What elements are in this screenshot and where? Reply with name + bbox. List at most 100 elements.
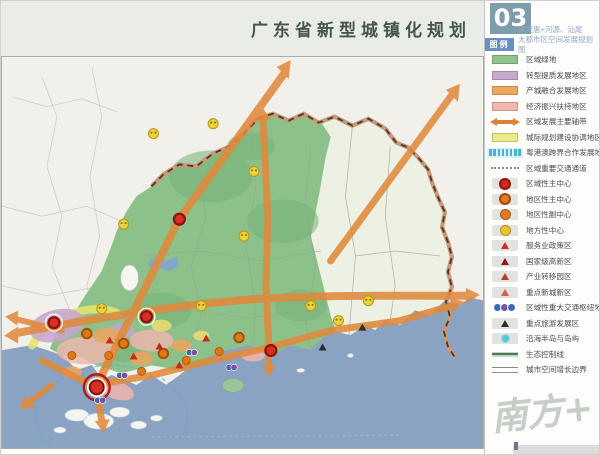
zone-chip: [492, 256, 518, 267]
map-area: [1, 56, 484, 449]
bottom-scrollbar: [513, 445, 600, 455]
legend-item-icon: [490, 167, 520, 169]
legend-item-icon: [490, 318, 520, 329]
legend-item: 区域绿地: [490, 52, 600, 68]
legend-item-icon: [490, 303, 520, 312]
coast-dot-icon: [501, 334, 510, 343]
city-urban-blob: [121, 265, 139, 291]
zone-chip: [492, 271, 518, 282]
legend-item-icon: [490, 256, 520, 267]
legend-item-label: 地区性副中心: [526, 209, 572, 220]
legend-item: 重点旅游发展区: [490, 316, 600, 332]
legend-item-icon: [490, 117, 520, 127]
cross-border-dashes-icon: [487, 148, 522, 158]
legend-item: 地区性主中心: [490, 192, 600, 208]
zone-chip: [492, 287, 518, 298]
legend-swatch: [492, 86, 518, 95]
legend-item-icon: [490, 271, 520, 282]
legend-item: 区域性主中心: [490, 176, 600, 192]
center-chip: [492, 178, 518, 189]
legend-item: 区域发展主要轴带: [490, 114, 600, 130]
legend-item-label: 区域性主中心: [526, 178, 572, 189]
legend-item-label: 地区性主中心: [526, 194, 572, 205]
circle-center-icon: [500, 209, 511, 220]
legend-item: 城际规划建设协调地区: [490, 130, 600, 146]
legend-item-label: 区域绿地: [526, 54, 556, 65]
legend-item-label: 地方性中心: [526, 225, 564, 236]
center-chip: [492, 225, 518, 236]
legend-item-icon: [490, 333, 520, 344]
legend-item: 服务业政策区: [490, 238, 600, 254]
legend-item-icon: [490, 71, 520, 80]
circle-center-icon: [500, 225, 511, 236]
legend-item: 城市空间增长边界: [490, 362, 600, 378]
legend-item-icon: [490, 102, 520, 111]
zone-chip: [492, 240, 518, 251]
center-chip: [492, 209, 518, 220]
legend-item-icon: [490, 148, 520, 158]
legend-item-icon: [490, 367, 520, 373]
legend-item-label: 产业转移园区: [526, 271, 572, 282]
legend-item-label: 沿海半岛与岛屿: [526, 333, 579, 344]
zone-triangle-icon: [501, 242, 509, 249]
legend-item-label: 国家级高新区: [526, 256, 572, 267]
legend-item: 国家级高新区: [490, 254, 600, 270]
guangdong-map: [2, 57, 483, 448]
regional-primary-center-marker: [84, 374, 110, 400]
legend-item: 经济振兴扶持地区: [490, 99, 600, 115]
legend-item-label: 区域性重大交通枢纽地区: [526, 302, 600, 313]
donut-center-icon: [499, 193, 511, 205]
planning-map-page: 广东省新型城镇化规划: [0, 0, 600, 455]
axis-arrow-icon: [490, 117, 520, 127]
growth-boundary-icon: [492, 367, 518, 373]
zone-triangle-icon: [501, 258, 509, 265]
legend-item-label: 生态控制线: [526, 349, 564, 360]
legend-item: 区域重要交通通道: [490, 161, 600, 177]
legend-item-label: 重点旅游发展区: [526, 318, 579, 329]
legend-item-icon: [490, 133, 520, 142]
page-title: 广东省新型城镇化规划: [251, 16, 471, 41]
legend-item-label: 服务业政策区: [526, 240, 572, 251]
legend-item-icon: [490, 194, 520, 205]
legend-swatch: [492, 133, 518, 142]
legend-item-label: 区域发展主要轴带: [526, 116, 587, 127]
green-island: [222, 378, 244, 392]
transport-corridor-icon: [491, 167, 519, 169]
legend-title-tag: 图例: [485, 38, 514, 51]
legend-item: 生态控制线: [490, 347, 600, 363]
subtitle-line1: 深莞惠+河源、汕尾: [518, 25, 600, 35]
legend-item-label: 粤港澳跨界合作发展地区: [526, 147, 600, 158]
legend-list: 区域绿地 转型提质发展地区 产城融合发展地区 经济振兴扶持地区 区域发展主要轴带…: [490, 52, 600, 378]
zone-triangle-icon: [501, 289, 509, 296]
donut-center-icon: [499, 178, 511, 190]
legend-item: 粤港澳跨界合作发展地区: [490, 145, 600, 161]
legend-item-label: 产城融合发展地区: [526, 85, 587, 96]
legend-item-label: 转型提质发展地区: [526, 70, 587, 81]
legend-item-icon: [490, 178, 520, 189]
legend-item-icon: [490, 209, 520, 220]
legend-item: 产业转移园区: [490, 269, 600, 285]
legend-item-icon: [490, 86, 520, 95]
legend-item-label: 城市空间增长边界: [526, 364, 587, 375]
map-subtitle: 深莞惠+河源、汕尾 大都市区空间发展规划图: [518, 25, 600, 55]
legend-item-icon: [490, 55, 520, 64]
legend-item-label: 区域重要交通通道: [526, 163, 587, 174]
eco-control-line-icon: [492, 352, 518, 357]
legend-swatch: [492, 71, 518, 80]
coast-chip: [492, 333, 518, 344]
legend-item-label: 经济振兴扶持地区: [526, 101, 587, 112]
zone-triangle-icon: [501, 320, 509, 327]
legend-item: 重点新城新区: [490, 285, 600, 301]
bottom-mark: [514, 442, 518, 450]
legend-item-label: 重点新城新区: [526, 287, 572, 298]
legend-item-icon: [490, 287, 520, 298]
legend-item-label: 城际规划建设协调地区: [526, 132, 600, 143]
legend-item: 沿海半岛与岛屿: [490, 331, 600, 347]
legend-item-icon: [490, 352, 520, 357]
legend-item: 区域性重大交通枢纽地区: [490, 300, 600, 316]
transport-hub-icon: [495, 303, 516, 312]
legend-swatch: [492, 55, 518, 64]
zone-triangle-icon: [501, 273, 509, 280]
legend-item-icon: [490, 225, 520, 236]
legend-item-icon: [490, 240, 520, 251]
